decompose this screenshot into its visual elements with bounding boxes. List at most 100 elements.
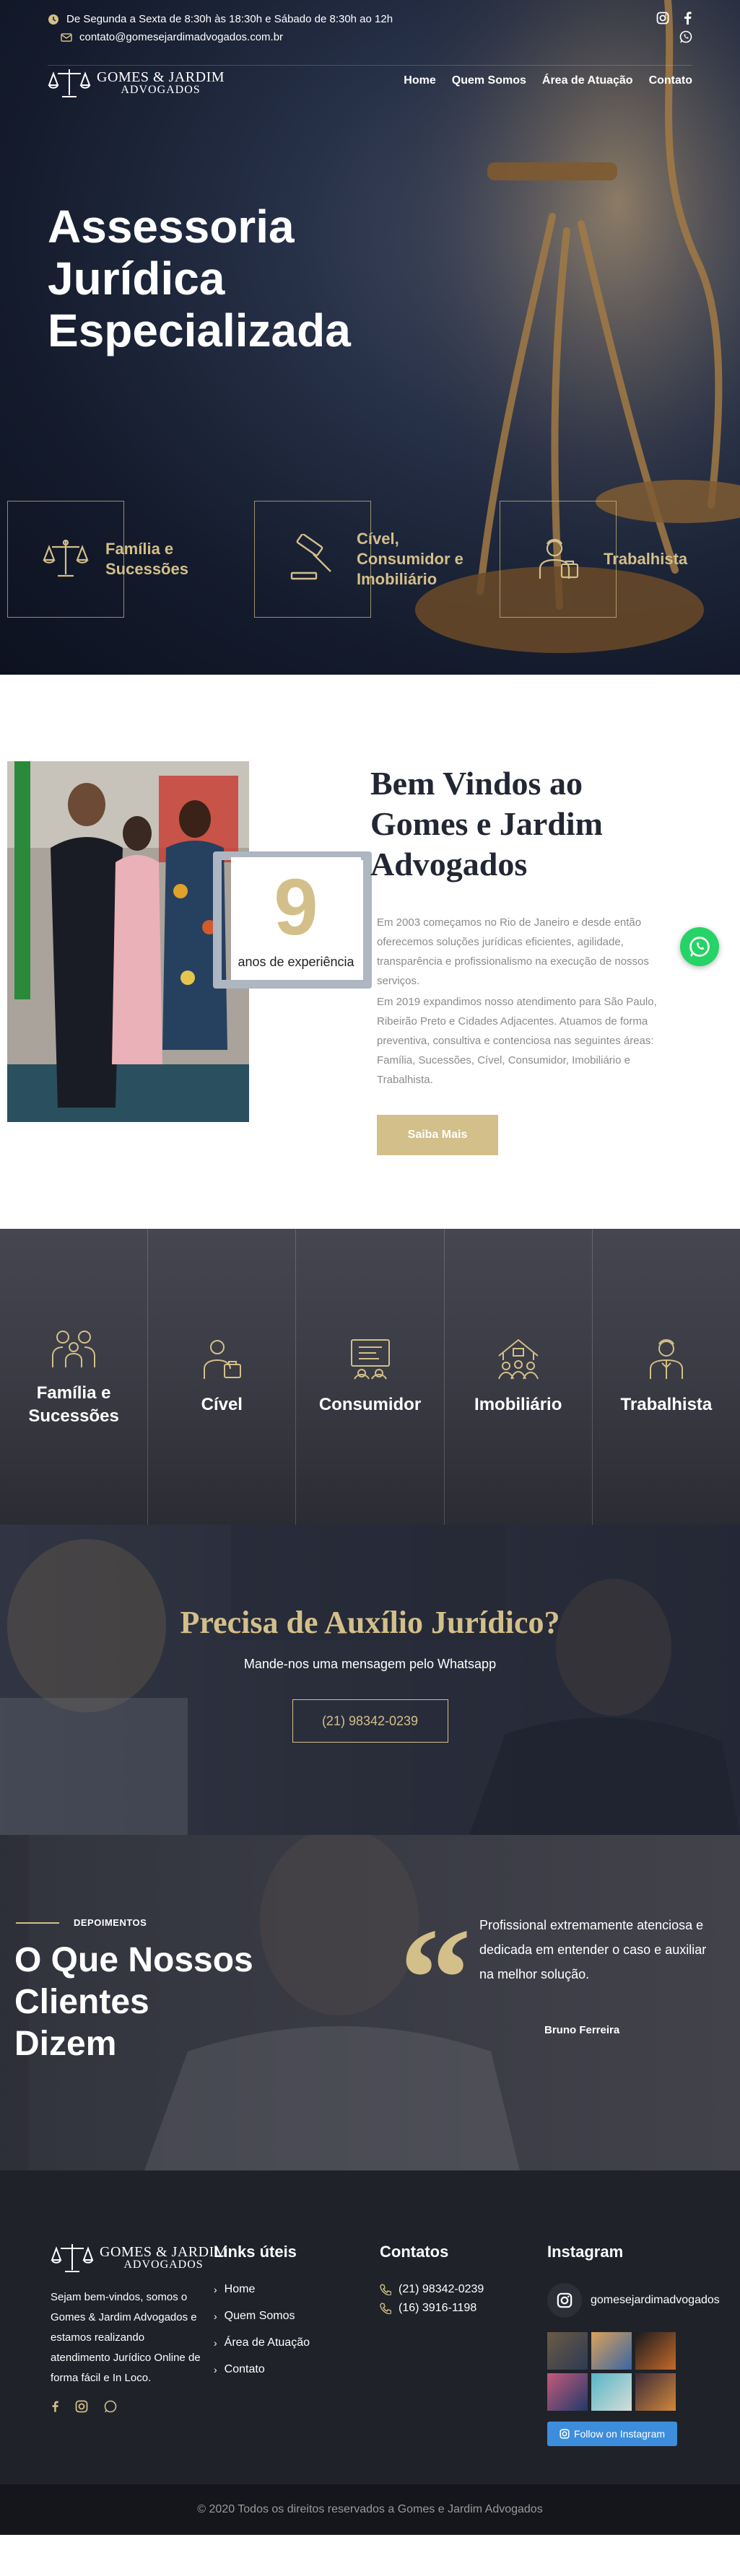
area-civel[interactable]: Cível: [148, 1229, 297, 1525]
saiba-mais-button[interactable]: Saiba Mais: [377, 1115, 498, 1155]
instagram-post[interactable]: [635, 2332, 676, 2370]
footer-link-quem-somos-label: Quem Somos: [224, 2310, 295, 2322]
welcome-title-line-1: Bem Vindos ao: [370, 765, 583, 802]
brand-logo[interactable]: GOMES & JARDIM ADVOGADOS: [48, 66, 225, 100]
testimonials-section: DEPOIMENTOS O Que Nossos Clientes Dizem …: [0, 1835, 740, 2170]
footer-phone-1-text: (21) 98342-0239: [399, 2283, 484, 2295]
area-familia-label-1: Família e: [36, 1383, 111, 1403]
top-divider: [48, 65, 692, 66]
hero-title-line-1: Assessoria: [48, 201, 295, 253]
area-trabalhista[interactable]: Trabalhista: [593, 1229, 740, 1525]
hero-card-civel-label-3: Imobiliário: [357, 570, 438, 588]
instagram-post[interactable]: [591, 2373, 632, 2411]
hero-card-civel[interactable]: Cível, Consumidor e Imobiliário: [254, 501, 463, 618]
nav-area-atuacao[interactable]: Área de Atuação: [542, 74, 633, 87]
footer-link-area-atuacao[interactable]: › Área de Atuação: [214, 2336, 310, 2349]
cta-subtitle: Mande-nos uma mensagem pelo Whatsapp: [243, 1657, 497, 1671]
testimonials-title-line-1: O Que Nossos: [14, 1941, 253, 1979]
experience-badge: 9 anos de experiência: [231, 857, 361, 980]
facebook-icon[interactable]: [51, 2400, 59, 2413]
kicker-line: [16, 1922, 59, 1924]
area-consumidor[interactable]: Consumidor: [296, 1229, 445, 1525]
instagram-avatar: [547, 2283, 582, 2318]
copyright-text: © 2020 Todos os direitos reservados a Go…: [197, 2503, 543, 2515]
testimonial-author: Bruno Ferreira: [544, 2024, 620, 2036]
top-social-links: [656, 12, 692, 43]
footer-brand-line-2: ADVOGADOS: [123, 2259, 204, 2271]
facebook-icon[interactable]: [682, 12, 692, 25]
area-imobiliario[interactable]: Imobiliário: [445, 1229, 593, 1525]
nav-home[interactable]: Home: [404, 74, 435, 87]
instagram-post[interactable]: [547, 2332, 588, 2370]
hero-title-line-2: Jurídica: [48, 253, 225, 305]
envelope-icon: [61, 32, 72, 42]
hero-section: De Segunda a Sexta de 8:30h às 18:30h e …: [0, 0, 740, 675]
civil-icon: [204, 1340, 242, 1379]
whatsapp-phone-button[interactable]: (21) 98342-0239: [292, 1699, 448, 1743]
copyright-bar: © 2020 Todos os direitos reservados a Go…: [0, 2484, 740, 2535]
cta-section: Precisa de Auxílio Jurídico? Mande-nos u…: [0, 1525, 740, 1835]
testimonials-kicker: DEPOIMENTOS: [16, 1917, 147, 1928]
footer-phone-2-text: (16) 3916-1198: [399, 2302, 477, 2314]
whatsapp-icon: [689, 937, 710, 957]
experience-years: 9: [274, 862, 318, 952]
footer-phone-1[interactable]: (21) 98342-0239: [380, 2283, 484, 2296]
instagram-post[interactable]: [547, 2373, 588, 2411]
hero-card-trabalhista-frame: [500, 501, 617, 618]
scales-icon: [43, 539, 89, 577]
gavel-icon: [290, 534, 331, 580]
footer-link-quem-somos[interactable]: › Quem Somos: [214, 2310, 310, 2323]
scales-logo-icon: [48, 69, 91, 97]
footer-links-list: › Home › Quem Somos › Área de Atuação › Cont…: [214, 2283, 310, 2376]
clock-icon: [48, 14, 58, 25]
contact-email-text: contato@gomesejardimadvogados.com.br: [79, 31, 284, 43]
family-icon: [52, 1331, 96, 1367]
follow-on-instagram-button[interactable]: Follow on Instagram: [547, 2422, 677, 2446]
hero-card-trabalhista-label-1: Trabalhista: [604, 550, 688, 568]
worker-icon: [539, 538, 579, 579]
top-bar: De Segunda a Sexta de 8:30h às 18:30h e …: [48, 12, 692, 56]
hero-card-familia[interactable]: Família e Sucessões: [7, 501, 188, 618]
welcome-title: Bem Vindos ao Gomes e Jardim Advogados: [370, 763, 681, 885]
hero-title: Assessoria Jurídica Especializada: [48, 201, 452, 356]
instagram-icon[interactable]: [75, 2400, 88, 2413]
instagram-icon[interactable]: [656, 12, 669, 25]
hero-card-civel-label-2: Consumidor e: [357, 550, 463, 568]
cta-title: Precisa de Auxílio Jurídico?: [180, 1605, 560, 1640]
welcome-section: 9 anos de experiência Bem Vindos ao Gome…: [0, 675, 740, 1229]
footer-link-contato-label: Contato: [224, 2363, 265, 2375]
hero-card-familia-label-1: Família e: [105, 540, 174, 558]
business-hours-text: De Segunda a Sexta de 8:30h às 18:30h e …: [66, 13, 393, 25]
footer-brand-logo[interactable]: GOMES & JARDIM ADVOGADOS: [51, 2241, 227, 2274]
footer-instagram-title: Instagram: [547, 2243, 624, 2261]
whatsapp-icon[interactable]: [104, 2400, 117, 2413]
footer-link-area-atuacao-label: Área de Atuação: [224, 2336, 310, 2349]
hero-card-civel-label: Cível, Consumidor e Imobiliário: [357, 529, 463, 590]
footer-links-title: Links úteis: [214, 2243, 297, 2261]
worker-icon: [649, 1339, 683, 1379]
chevron-right-icon: ›: [214, 2284, 217, 2295]
hero-card-civel-label-1: Cível,: [357, 530, 399, 548]
hero-card-familia-label: Família e Sucessões: [105, 539, 188, 579]
instagram-post[interactable]: [635, 2373, 676, 2411]
contact-email[interactable]: contato@gomesejardimadvogados.com.br: [61, 31, 692, 43]
footer-links-column: Links úteis › Home › Quem Somos › Área de A…: [214, 2243, 310, 2390]
hero-card-civel-frame: [254, 501, 371, 618]
nav-contato[interactable]: Contato: [649, 74, 692, 87]
footer-phone-2[interactable]: (16) 3916-1198: [380, 2302, 484, 2315]
instagram-post[interactable]: [591, 2332, 632, 2370]
footer: GOMES & JARDIM ADVOGADOS Sejam bem-vindo…: [0, 2170, 740, 2535]
hero-card-trabalhista[interactable]: Trabalhista: [500, 501, 687, 618]
business-hours: De Segunda a Sexta de 8:30h às 18:30h e …: [48, 13, 692, 25]
whatsapp-float-button[interactable]: [680, 927, 719, 966]
consumer-icon: [350, 1339, 390, 1380]
testimonials-title-line-2: Clientes: [14, 1983, 149, 2021]
whatsapp-icon[interactable]: [679, 30, 692, 43]
real-estate-icon: [497, 1339, 539, 1380]
nav-quem-somos[interactable]: Quem Somos: [452, 74, 526, 87]
instagram-profile[interactable]: gomesejardimadvogados: [547, 2283, 720, 2318]
area-familia[interactable]: Família e Sucessões: [0, 1229, 149, 1525]
footer-link-home[interactable]: › Home: [214, 2283, 310, 2296]
follow-on-instagram-label: Follow on Instagram: [573, 2428, 666, 2440]
footer-link-contato[interactable]: › Contato: [214, 2363, 310, 2376]
